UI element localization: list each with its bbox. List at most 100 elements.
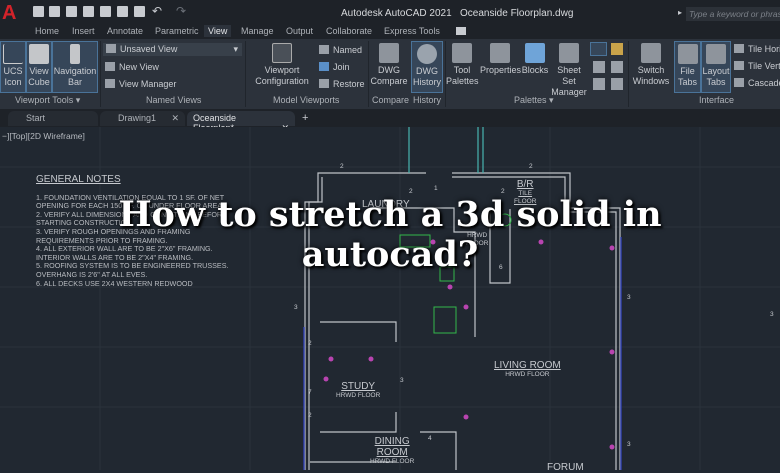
tab-parametric[interactable]: Parametric (155, 26, 199, 36)
new-icon[interactable] (33, 6, 44, 17)
tab-collaborate[interactable]: Collaborate (326, 26, 372, 36)
tile-vertically-button[interactable]: Tile Vertically (734, 61, 780, 71)
dimension-label: 2 (529, 163, 533, 170)
panel-title: Compare (372, 95, 410, 105)
dimension-label: 3 (627, 294, 631, 301)
divider (628, 41, 629, 107)
title-bar: A ↶ ↷ Autodesk AutoCAD 2021 Oceanside Fl… (0, 0, 780, 24)
label: DWG (416, 66, 438, 76)
headline-overlay: How to stretch a 3d solid in autocad? (0, 195, 780, 275)
label: Blocks (521, 65, 549, 75)
publish-icon[interactable] (100, 6, 111, 17)
new-view-icon (105, 62, 115, 71)
workspace-icon[interactable] (456, 27, 466, 35)
panel-title[interactable]: Viewport Tools ▾ (15, 95, 80, 106)
open-icon[interactable] (49, 6, 60, 17)
panel-title: Named Views (146, 95, 202, 105)
save-icon[interactable] (66, 6, 77, 17)
tile-horizontally-button[interactable]: Tile Horizontally (734, 44, 780, 54)
clipboard-icon[interactable] (611, 78, 623, 90)
tab-express-tools[interactable]: Express Tools (384, 26, 440, 36)
named-view-dropdown[interactable]: Unsaved View ▾ (103, 43, 242, 56)
dimension-label: 2 (308, 412, 312, 419)
tool-palettes-button[interactable]: Tool Palettes (446, 41, 479, 93)
new-tab-plus-icon[interactable]: + (302, 112, 308, 124)
share-icon[interactable] (117, 6, 128, 17)
dimension-label: 2 (308, 340, 312, 347)
tab-view[interactable]: View (204, 25, 232, 37)
undo-icon[interactable]: ↶ (152, 4, 162, 18)
view-icon (106, 44, 116, 53)
label: Named (333, 45, 363, 55)
panel-title-text: Palettes (514, 95, 547, 105)
tab-annotate[interactable]: Annotate (107, 26, 143, 36)
design-center-icon[interactable] (611, 43, 623, 55)
ucs-icon-button[interactable]: UCS Icon (0, 41, 26, 93)
dimension-label: 7 (308, 389, 312, 396)
file-tabs-button[interactable]: File Tabs (674, 41, 701, 93)
viewport-controls[interactable]: −][Top][2D Wireframe] (2, 131, 85, 141)
dropdown-value: Unsaved View (120, 44, 178, 54)
doc-tab-drawing1[interactable]: Drawing1 ✕ (100, 111, 185, 126)
search-input[interactable]: Type a keyword or phrase (686, 7, 780, 21)
switch-windows-button[interactable]: Switch Windows (630, 41, 672, 93)
compare-icon (379, 43, 399, 63)
cascade-icon (734, 78, 744, 87)
file-name: Oceanside Floorplan.dwg (459, 8, 574, 19)
doc-tab-oceanside[interactable]: Oceanside Floorplan*✕ (187, 111, 295, 133)
properties-button[interactable]: Properties (480, 41, 521, 93)
doc-tab-start[interactable]: Start (8, 111, 98, 126)
label: File (680, 66, 695, 76)
tab-home[interactable]: Home (35, 26, 59, 36)
command-line-icon[interactable] (590, 42, 607, 56)
view-manager-button[interactable]: View Manager (105, 79, 176, 89)
label: Drawing1 (118, 113, 157, 123)
redo-icon[interactable]: ↷ (176, 4, 186, 18)
tab-manage[interactable]: Manage (241, 26, 274, 36)
restore-button[interactable]: Restore (319, 79, 365, 89)
join-icon (319, 62, 329, 71)
room-name: B/R (516, 179, 534, 190)
search-expand-icon[interactable]: ▸ (678, 8, 682, 17)
tab-output[interactable]: Output (286, 26, 313, 36)
print-icon[interactable] (134, 6, 145, 17)
viewport-configuration-button[interactable]: Viewport Configuration (250, 41, 314, 93)
label: UCS (3, 66, 23, 76)
divider (245, 41, 246, 107)
label: Sheet Set (557, 65, 581, 86)
sheet-set-manager-button[interactable]: Sheet Set Manager (550, 41, 588, 97)
close-icon[interactable]: ✕ (171, 113, 179, 124)
ribbon-tabs: Home Insert Annotate Parametric View Man… (0, 24, 780, 40)
properties-icon (490, 43, 510, 63)
blocks-button[interactable]: Blocks (521, 41, 549, 93)
navigation-bar-button[interactable]: Navigation Bar (52, 41, 98, 93)
autocad-logo[interactable]: A (2, 2, 24, 24)
tab-insert[interactable]: Insert (72, 26, 95, 36)
join-button[interactable]: Join (319, 62, 350, 72)
markup-icon[interactable] (593, 61, 605, 73)
label: Bar (67, 77, 82, 87)
divider (368, 41, 369, 107)
layers-icon[interactable] (593, 78, 605, 90)
document-tabs: Start Drawing1 ✕ Oceanside Floorplan*✕ + (0, 109, 780, 133)
panel-title[interactable]: Palettes ▾ (514, 95, 554, 106)
cascade-button[interactable]: Cascade (734, 78, 780, 88)
layout-tabs-button[interactable]: Layout Tabs (701, 41, 731, 93)
label: Tabs (706, 77, 726, 87)
restore-icon (319, 79, 329, 88)
label: DWG (378, 65, 400, 75)
dimension-label: 2 (340, 163, 344, 170)
dwg-compare-button[interactable]: DWG Compare (370, 41, 408, 93)
divider (100, 41, 101, 107)
new-view-button[interactable]: New View (105, 62, 159, 72)
view-cube-button[interactable]: View Cube (26, 41, 52, 93)
room-label-study: STUDY HRWD FLOOR (336, 381, 380, 400)
label: Configuration (255, 76, 309, 86)
calculator-icon[interactable] (611, 61, 623, 73)
named-viewports-button[interactable]: Named (319, 45, 362, 55)
dwg-history-button[interactable]: DWG History (411, 41, 443, 93)
label: Palettes (446, 76, 479, 86)
panel-title-text: Viewport Tools (15, 95, 74, 105)
label: Tool (453, 65, 471, 75)
save-as-icon[interactable] (83, 6, 94, 17)
